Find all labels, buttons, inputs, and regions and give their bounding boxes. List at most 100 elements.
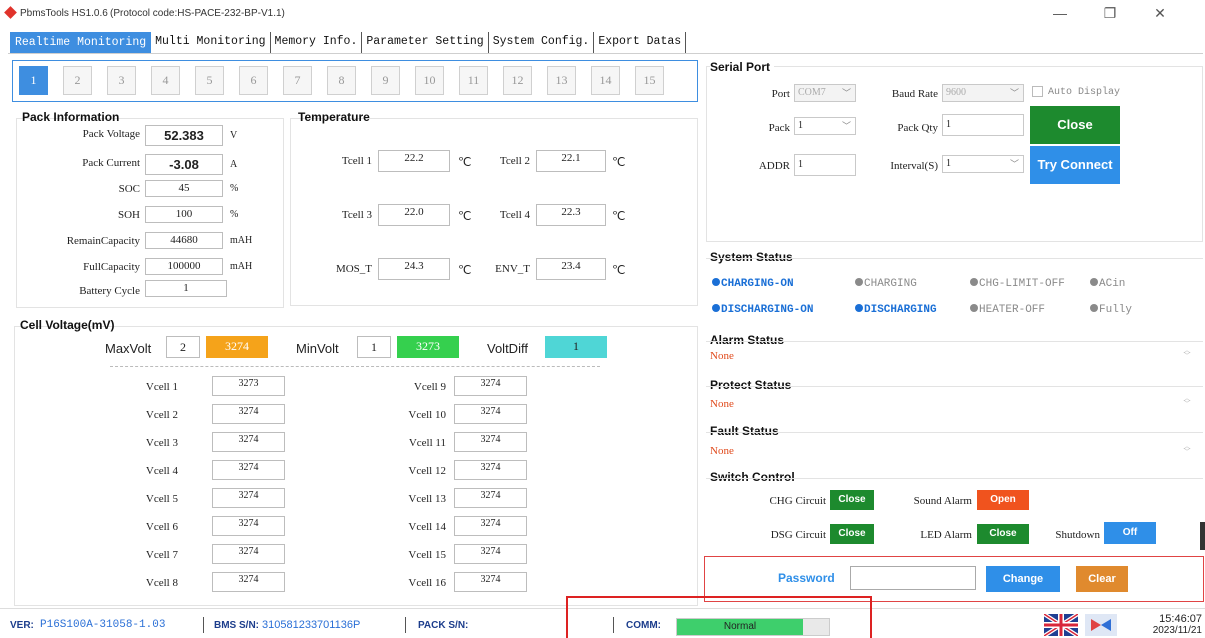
pack-label: Pack [768, 122, 790, 134]
interval-select[interactable]: 1 ﹀ [942, 155, 1024, 173]
battery-cycle-value: 1 [145, 280, 227, 297]
status-acin: ACin [1090, 278, 1125, 290]
addr-input[interactable]: 1 [794, 154, 856, 176]
pack-tile-12[interactable]: 12 [503, 66, 532, 95]
pack-tile-1[interactable]: 1 [19, 66, 48, 95]
password-input[interactable] [850, 566, 976, 590]
tab-memory-info[interactable]: Memory Info. [270, 32, 363, 53]
footer-separator [613, 617, 614, 633]
close-window-button[interactable]: ✕ [1140, 2, 1180, 24]
full-capacity-label: FullCapacity [83, 261, 140, 273]
auto-display-label: Auto Display [1048, 87, 1121, 98]
pack-selector: 1 2 3 4 5 6 7 8 9 10 11 12 13 14 15 [12, 60, 698, 102]
try-connect-button[interactable]: Try Connect [1030, 146, 1120, 184]
vcell-15-label: Vcell 15 [408, 549, 446, 561]
fault-scroll-arrows-icon[interactable]: ︿ ﹀ [1182, 443, 1192, 456]
clear-password-button[interactable]: Clear [1076, 566, 1128, 592]
swap-arrows-icon[interactable] [1085, 614, 1117, 636]
shutdown-label: Shutdown [1055, 529, 1100, 541]
pack-tile-13[interactable]: 13 [547, 66, 576, 95]
pack-qty-input[interactable]: 1 [942, 114, 1024, 136]
status-chg-limit-off: CHG-LIMIT-OFF [970, 278, 1065, 290]
vcell-13-label: Vcell 13 [408, 493, 446, 505]
tcell3-label: Tcell 3 [341, 209, 372, 221]
pack-tile-7[interactable]: 7 [283, 66, 312, 95]
vcell-5-value: 3274 [212, 488, 285, 508]
alarm-scroll-arrows-icon[interactable]: ︿ ﹀ [1182, 347, 1192, 360]
pack-information-title: Pack Information [22, 110, 120, 124]
status-heater-off: HEATER-OFF [970, 304, 1045, 316]
protect-status-group [706, 386, 1203, 418]
dsg-circuit-label: DSG Circuit [770, 529, 826, 541]
vcell-14-value: 3274 [454, 516, 527, 536]
soc-value: 45 [145, 180, 223, 197]
vcell-3-value: 3274 [212, 432, 285, 452]
status-dot-icon [970, 304, 978, 312]
pack-value: 1 [798, 120, 803, 131]
title-bar: PbmsTools HS1.0.6 (Protocol code:HS-PACE… [0, 0, 1205, 26]
maximize-button[interactable]: ❐ [1090, 2, 1130, 24]
pack-tile-15[interactable]: 15 [635, 66, 664, 95]
status-label: CHARGING-ON [721, 278, 794, 290]
shutdown-button[interactable]: Off [1104, 522, 1156, 544]
addr-label: ADDR [758, 160, 790, 172]
protocol-code: (Protocol code:HS-PACE-232-BP-V1.1) [110, 8, 285, 19]
tcell3-unit: ℃ [458, 209, 472, 223]
vcell-12-label: Vcell 12 [408, 465, 446, 477]
pack-tile-10[interactable]: 10 [415, 66, 444, 95]
mos-temp-label: MOS_T [335, 263, 372, 275]
app-logo-icon [4, 6, 17, 19]
auto-display-checkbox[interactable] [1032, 86, 1043, 97]
chg-circuit-label: CHG Circuit [769, 495, 826, 507]
port-select[interactable]: COM7 ﹀ [794, 84, 856, 102]
minimize-button[interactable]: — [1040, 2, 1080, 24]
sound-alarm-button[interactable]: Open [977, 490, 1029, 510]
dsg-circuit-button[interactable]: Close [830, 524, 874, 544]
status-dot-icon [1090, 304, 1098, 312]
soc-unit: % [230, 183, 239, 194]
pack-tile-8[interactable]: 8 [327, 66, 356, 95]
maxvolt-cell: 2 [166, 336, 200, 358]
led-alarm-button[interactable]: Close [977, 524, 1029, 544]
pack-tile-2[interactable]: 2 [63, 66, 92, 95]
tab-divider [8, 53, 1203, 54]
minvolt-value: 3273 [397, 336, 459, 358]
env-temp-value: 23.4 [536, 258, 606, 280]
temperature-title: Temperature [298, 110, 370, 124]
status-discharging: DISCHARGING [855, 304, 937, 316]
system-status-group [706, 258, 1203, 328]
status-charging: CHARGING [855, 278, 917, 290]
version-value: P16S100A-31058-1.03 [40, 619, 166, 631]
pack-tile-5[interactable]: 5 [195, 66, 224, 95]
mos-temp-value: 24.3 [378, 258, 450, 280]
change-password-button[interactable]: Change [986, 566, 1060, 592]
vcell-9-value: 3274 [454, 376, 527, 396]
chg-circuit-button[interactable]: Close [830, 490, 874, 510]
vcell-15-value: 3274 [454, 544, 527, 564]
pack-tile-9[interactable]: 9 [371, 66, 400, 95]
pack-tile-4[interactable]: 4 [151, 66, 180, 95]
pack-tile-6[interactable]: 6 [239, 66, 268, 95]
baud-rate-label: Baud Rate [891, 88, 938, 100]
tcell2-label: Tcell 2 [499, 155, 530, 167]
pack-tile-11[interactable]: 11 [459, 66, 488, 95]
tcell4-unit: ℃ [612, 209, 626, 223]
tab-multi-monitoring[interactable]: Multi Monitoring [151, 32, 271, 53]
tab-system-config[interactable]: System Config. [488, 32, 595, 53]
pack-select[interactable]: 1 ﹀ [794, 117, 856, 135]
chevron-down-icon: ﹀ [841, 88, 851, 98]
tab-export-datas[interactable]: Export Datas [594, 32, 687, 53]
status-label: CHARGING [864, 278, 917, 290]
pack-tile-14[interactable]: 14 [591, 66, 620, 95]
pack-tile-3[interactable]: 3 [107, 66, 136, 95]
tab-realtime-monitoring[interactable]: Realtime Monitoring [10, 32, 152, 53]
vcell-2-value: 3274 [212, 404, 285, 424]
tab-parameter-setting[interactable]: Parameter Setting [362, 32, 489, 53]
baud-rate-select[interactable]: 9600 ﹀ [942, 84, 1024, 102]
led-alarm-label: LED Alarm [920, 529, 972, 541]
close-port-button[interactable]: Close [1030, 106, 1120, 144]
uk-flag-icon[interactable] [1042, 612, 1080, 638]
protect-scroll-arrows-icon[interactable]: ︿ ﹀ [1182, 395, 1192, 408]
chevron-down-icon: ﹀ [1009, 159, 1019, 169]
vcell-10-label: Vcell 10 [408, 409, 446, 421]
